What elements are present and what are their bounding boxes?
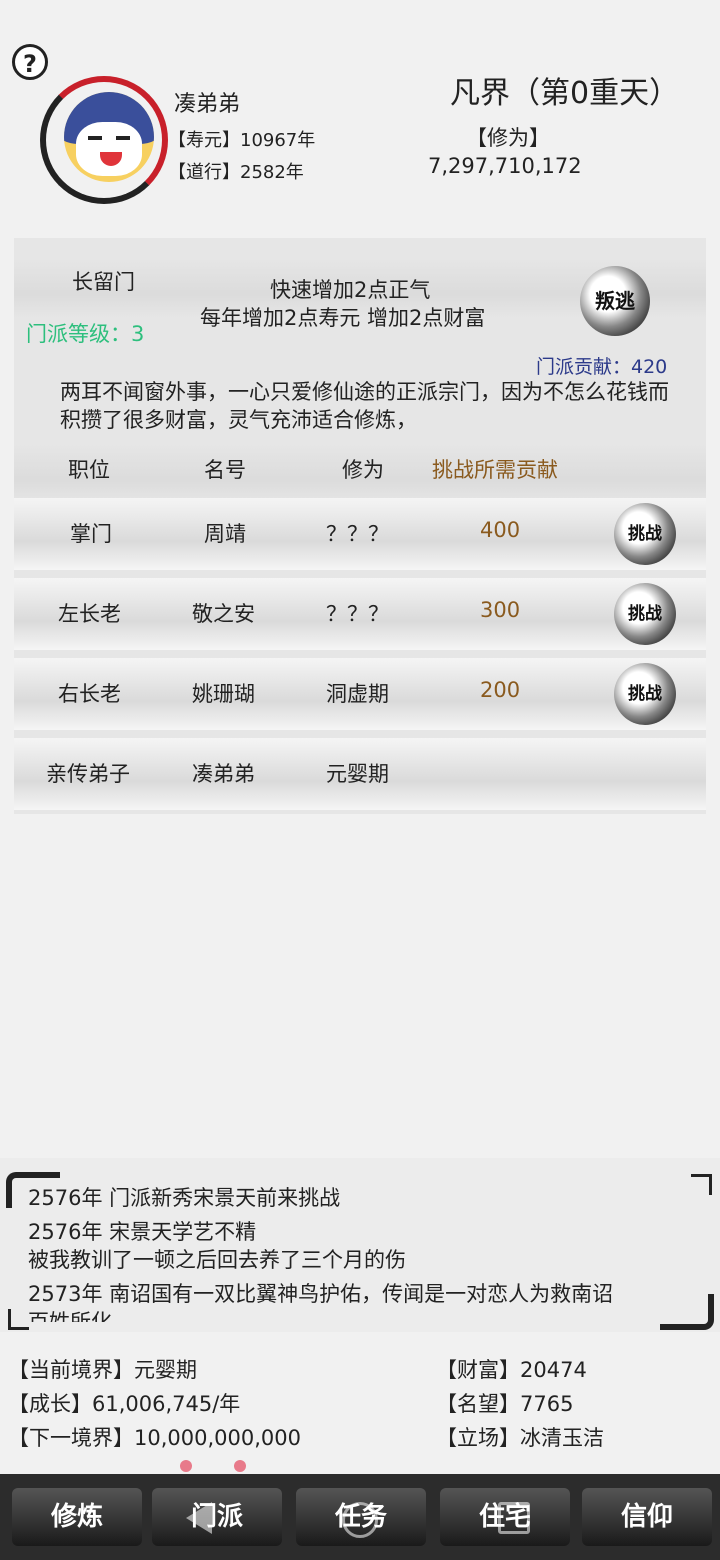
- table-row: 右长老 姚珊瑚 洞虚期 200 挑战: [14, 658, 706, 730]
- log-viewport: 2576年 门派新秀宋景天前来挑战 2576年 宋景天学艺不精 被我教训了一顿之…: [0, 1184, 720, 1322]
- table-row: 左长老 敬之安 ？？？ 300 挑战: [14, 578, 706, 650]
- log-entry: 百姓所化: [28, 1310, 112, 1322]
- next-realm-stat: 【下一境界】10,000,000,000: [8, 1426, 301, 1450]
- nav-cultivate[interactable]: 修炼: [12, 1488, 142, 1546]
- log-entry: 被我教训了一顿之后回去养了三个月的伤: [28, 1248, 406, 1272]
- avatar-portrait: [64, 92, 154, 182]
- flower-decoration: [234, 1460, 246, 1472]
- sect-bonus-1: 快速增加2点正气: [270, 278, 431, 302]
- home-icon[interactable]: [342, 1502, 378, 1538]
- column-name: 名号: [204, 458, 246, 482]
- recent-apps-icon[interactable]: [498, 1502, 530, 1534]
- reputation-stat: 【名望】7765: [436, 1392, 574, 1416]
- row-position: 掌门: [70, 522, 112, 546]
- nav-sect[interactable]: 门派: [152, 1488, 282, 1546]
- player-header: ? 凑弟弟 【寿元】10967年 【道行】2582年 凡界（第0重天） 【修为】…: [0, 0, 720, 220]
- event-log[interactable]: 2576年 门派新秀宋景天前来挑战 2576年 宋景天学艺不精 被我教训了一顿之…: [0, 1158, 720, 1332]
- sect-bonus-2: 每年增加2点寿元 增加2点财富: [200, 306, 486, 330]
- sect-contribution: 门派贡献：420: [536, 356, 668, 378]
- lifespan-stat: 【寿元】10967年: [168, 126, 315, 152]
- player-name: 凑弟弟: [174, 92, 241, 117]
- stance-stat: 【立场】冰清玉洁: [436, 1426, 604, 1450]
- row-cultivation: ？？？: [326, 522, 389, 546]
- avatar[interactable]: [22, 72, 172, 204]
- row-cost: 400: [480, 518, 521, 542]
- sect-level: 门派等级：3: [26, 322, 145, 346]
- row-position: 左长老: [58, 602, 121, 626]
- nav-faith[interactable]: 信仰: [582, 1488, 712, 1546]
- column-challenge-cost: 挑战所需贡献: [432, 458, 558, 482]
- world-realm-title: 凡界（第0重天）: [450, 76, 680, 111]
- sect-description: 两耳不闻窗外事，一心只爱修仙途的正派宗门，因为不怎么花钱而积攒了很多财富，灵气充…: [60, 380, 669, 432]
- flower-decoration: [180, 1460, 192, 1472]
- row-position: 亲传弟子: [46, 762, 130, 786]
- dao-label: 【道行】: [168, 162, 240, 183]
- log-entry: 2573年 南诏国有一双比翼神鸟护佑，传闻是一对恋人为救南诏: [28, 1282, 614, 1306]
- dao-value: 2582年: [240, 162, 304, 183]
- column-position: 职位: [68, 458, 110, 482]
- row-cultivation: ？？？: [326, 602, 389, 626]
- growth-stat: 【成长】61,006,745/年: [8, 1392, 241, 1416]
- back-icon[interactable]: [186, 1502, 212, 1534]
- row-cultivation: 洞虚期: [326, 682, 389, 706]
- betray-button[interactable]: 叛逃: [580, 266, 650, 336]
- table-row: 掌门 周靖 ？？？ 400 挑战: [14, 498, 706, 570]
- current-realm-stat: 【当前境界】元婴期: [8, 1358, 197, 1382]
- sect-name: 长留门: [72, 270, 135, 294]
- challenge-button[interactable]: 挑战: [614, 583, 676, 645]
- dao-stat: 【道行】2582年: [168, 158, 304, 184]
- row-name: 姚珊瑚: [192, 682, 255, 706]
- table-row: 亲传弟子 凑弟弟 元婴期: [14, 738, 706, 810]
- wealth-stat: 【财富】20474: [436, 1358, 587, 1382]
- row-name: 敬之安: [192, 602, 255, 626]
- log-entry: 2576年 门派新秀宋景天前来挑战: [28, 1186, 341, 1210]
- row-cultivation: 元婴期: [326, 762, 389, 786]
- cultivation-value: 7,297,710,172: [428, 154, 582, 178]
- lifespan-value: 10967年: [240, 130, 316, 151]
- lifespan-label: 【寿元】: [168, 130, 240, 151]
- challenge-button[interactable]: 挑战: [614, 663, 676, 725]
- row-cost: 200: [480, 678, 521, 702]
- column-cultivation: 修为: [342, 458, 384, 482]
- row-position: 右长老: [58, 682, 121, 706]
- challenge-button[interactable]: 挑战: [614, 503, 676, 565]
- cultivation-label: 【修为】: [466, 126, 550, 150]
- row-cost: 300: [480, 598, 521, 622]
- row-name: 周靖: [204, 522, 246, 546]
- sect-panel: 长留门 门派等级：3 快速增加2点正气 每年增加2点寿元 增加2点财富 叛逃 门…: [14, 238, 706, 814]
- row-name: 凑弟弟: [192, 762, 255, 786]
- log-entry: 2576年 宋景天学艺不精: [28, 1220, 257, 1244]
